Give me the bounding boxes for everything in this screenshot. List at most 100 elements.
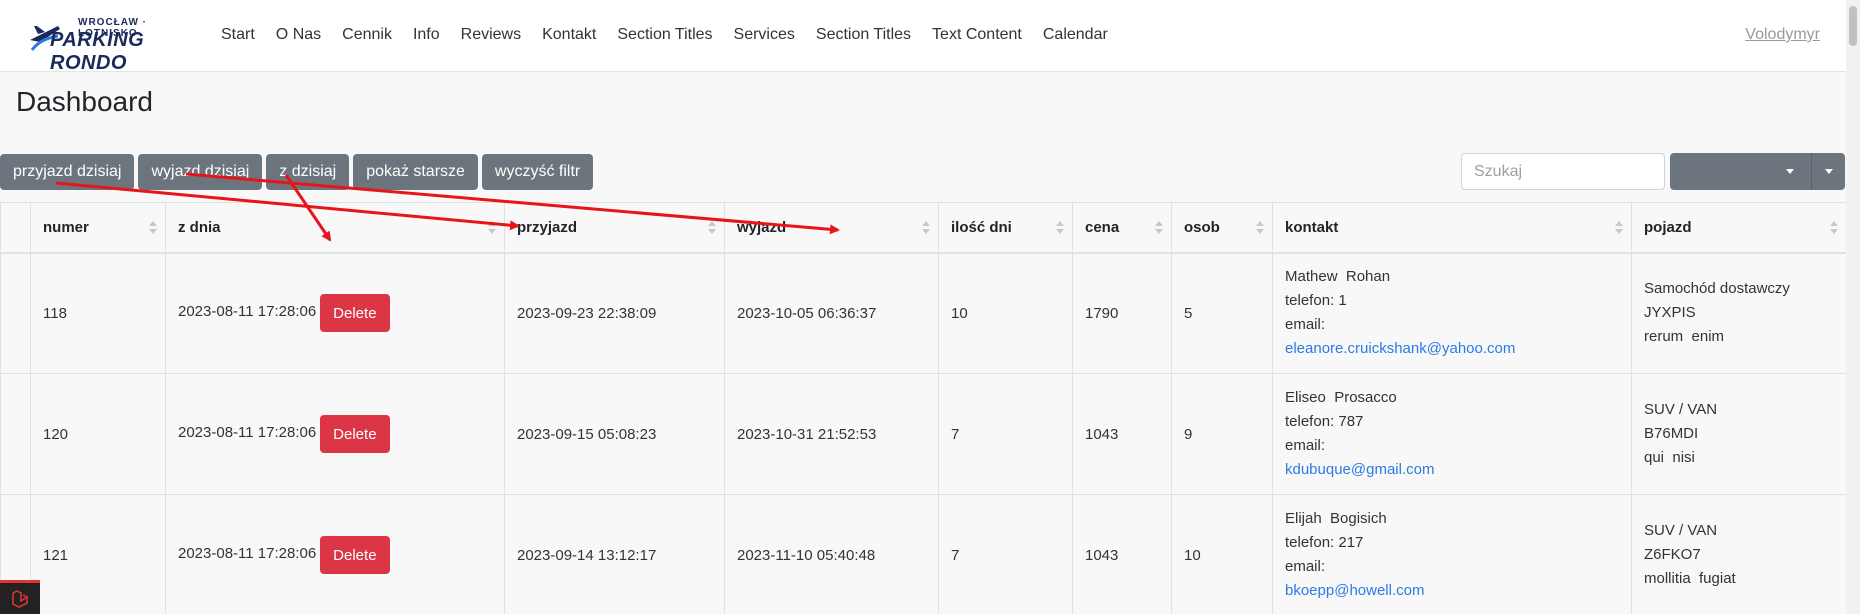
vehicle-note: qui nisi <box>1644 449 1695 466</box>
contact-email-link[interactable]: eleanore.cruickshank@yahoo.com <box>1285 340 1515 357</box>
table-header-row: numer z dnia przyjazd wyjazd ilość dni c… <box>0 202 1846 254</box>
sort-icon <box>488 221 496 235</box>
column-header-pojazd[interactable]: pojazd <box>1631 202 1846 254</box>
parking-rondo-logo[interactable]: WROCŁAW · LOTNISKO PARKING RONDO <box>28 14 196 74</box>
dropdown-main-button[interactable] <box>1670 153 1811 190</box>
cell-kontakt: Mathew Rohan telefon: 1 email: eleanore.… <box>1272 252 1632 374</box>
contact-phone: telefon: 217 <box>1285 534 1364 551</box>
filter-from-today-button[interactable]: z dzisiaj <box>266 154 350 190</box>
page-scrollbar[interactable] <box>1846 0 1860 614</box>
scrollbar-thumb[interactable] <box>1849 6 1857 46</box>
filter-show-older-button[interactable]: pokaż starsze <box>353 154 478 190</box>
contact-phone: telefon: 787 <box>1285 413 1364 430</box>
sort-icon <box>1615 221 1623 235</box>
cell-numer: 118 <box>30 252 166 374</box>
contact-email-link[interactable]: kdubuque@gmail.com <box>1285 461 1434 478</box>
cell-ilosc-dni: 7 <box>938 494 1073 614</box>
column-header-cena[interactable]: cena <box>1072 202 1172 254</box>
created-date: 2023-08-11 17:28:06 <box>178 423 317 441</box>
column-header-przyjazd[interactable]: przyjazd <box>504 202 725 254</box>
contact-name: Eliseo Prosacco <box>1285 389 1397 406</box>
vehicle-note: rerum enim <box>1644 328 1725 346</box>
column-header-select <box>0 202 31 254</box>
cell-przyjazd: 2023-09-14 13:12:17 <box>504 494 725 614</box>
column-header-osob[interactable]: osob <box>1171 202 1273 254</box>
cell-pojazd: SUV / VAN B76MDI qui nisi <box>1631 373 1846 495</box>
sort-icon <box>1830 221 1838 235</box>
column-header-wyjazd[interactable]: wyjazd <box>724 202 939 254</box>
delete-button[interactable]: Delete <box>320 536 390 574</box>
laravel-icon <box>12 589 29 608</box>
column-header-label: pojazd <box>1644 218 1692 236</box>
sort-icon <box>1256 221 1264 235</box>
column-header-label: ilość dni <box>951 218 1012 236</box>
chevron-down-icon <box>1825 169 1833 174</box>
column-header-label: cena <box>1085 218 1120 236</box>
nav-calendar[interactable]: Calendar <box>1043 26 1108 44</box>
contact-name: Elijah Bogisich <box>1285 510 1387 527</box>
cell-kontakt: Eliseo Prosacco telefon: 787 email: kdub… <box>1272 373 1632 495</box>
nav-text-content[interactable]: Text Content <box>932 26 1022 44</box>
contact-phone: telefon: 1 <box>1285 292 1347 310</box>
contact-name: Mathew Rohan <box>1285 268 1391 286</box>
sort-icon <box>1056 221 1064 235</box>
nav-cennik[interactable]: Cennik <box>342 26 392 44</box>
nav-services[interactable]: Services <box>734 26 795 44</box>
cell-przyjazd: 2023-09-23 22:38:09 <box>504 252 725 374</box>
cell-przyjazd: 2023-09-15 05:08:23 <box>504 373 725 495</box>
cell-numer: 120 <box>30 373 166 495</box>
vehicle-plate: Z6FKO7 <box>1644 546 1701 563</box>
cell-osob: 9 <box>1171 373 1273 495</box>
vehicle-plate: B76MDI <box>1644 425 1699 442</box>
nav-section-titles-2[interactable]: Section Titles <box>816 26 911 44</box>
debugbar-icon[interactable] <box>0 580 40 614</box>
cell-pojazd: SUV / VAN Z6FKO7 mollitia fugiat <box>1631 494 1846 614</box>
cell-numer: 121 <box>30 494 166 614</box>
table-row[interactable]: 118 2023-08-11 17:28:06 Delete 2023-09-23… <box>0 252 1846 374</box>
cell-pojazd: Samochód dostawczy JYXPIS rerum enim <box>1631 252 1846 374</box>
delete-button[interactable]: Delete <box>320 294 390 333</box>
nav-section-titles[interactable]: Section Titles <box>617 26 712 44</box>
row-select-cell[interactable] <box>0 373 31 495</box>
table-row[interactable]: 120 2023-08-11 17:28:06 Delete 2023-09-15… <box>0 373 1846 495</box>
nav-info[interactable]: Info <box>413 26 440 44</box>
sort-icon <box>149 221 157 235</box>
column-header-label: numer <box>43 218 89 236</box>
cell-wyjazd: 2023-11-10 05:40:48 <box>724 494 939 614</box>
nav-reviews[interactable]: Reviews <box>461 26 521 44</box>
delete-button[interactable]: Delete <box>320 415 390 453</box>
cell-osob: 10 <box>1171 494 1273 614</box>
filter-arrival-today-button[interactable]: przyjazd dzisiaj <box>0 154 135 190</box>
top-navbar: WROCŁAW · LOTNISKO PARKING RONDO Start O… <box>0 0 1860 74</box>
split-dropdown-button[interactable] <box>1670 153 1845 190</box>
column-header-label: osob <box>1184 218 1220 236</box>
column-header-label: przyjazd <box>517 218 578 236</box>
cell-cena: 1790 <box>1072 252 1172 374</box>
cell-z-dnia: 2023-08-11 17:28:06 Delete <box>165 252 505 374</box>
vehicle-note: mollitia fugiat <box>1644 570 1736 587</box>
contact-email-link[interactable]: bkoepp@howell.com <box>1285 582 1424 599</box>
search-input[interactable] <box>1461 153 1665 190</box>
dropdown-toggle-button[interactable] <box>1811 153 1845 190</box>
table-row[interactable]: 121 2023-08-11 17:28:06 Delete 2023-09-14… <box>0 494 1846 614</box>
filter-departure-today-button[interactable]: wyjazd dzisiaj <box>138 154 263 190</box>
column-header-kontakt[interactable]: kontakt <box>1272 202 1632 254</box>
nav-kontakt[interactable]: Kontakt <box>542 26 596 44</box>
row-select-cell[interactable] <box>0 252 31 374</box>
column-header-label: wyjazd <box>737 218 787 236</box>
nav-o-nas[interactable]: O Nas <box>276 26 321 44</box>
nav-start[interactable]: Start <box>221 26 255 44</box>
column-header-ilosc-dni[interactable]: ilość dni <box>938 202 1073 254</box>
cell-z-dnia: 2023-08-11 17:28:06 Delete <box>165 494 505 614</box>
created-date: 2023-08-11 17:28:06 <box>178 544 317 562</box>
vehicle-plate: JYXPIS <box>1644 304 1696 322</box>
column-header-numer[interactable]: numer <box>30 202 166 254</box>
column-header-label: z dnia <box>178 218 221 236</box>
vehicle-type: SUV / VAN <box>1644 522 1718 539</box>
cell-wyjazd: 2023-10-31 21:52:53 <box>724 373 939 495</box>
chevron-down-icon <box>1786 169 1794 174</box>
column-header-z-dnia[interactable]: z dnia <box>165 202 505 254</box>
filter-clear-button[interactable]: wyczyść filtr <box>481 154 594 190</box>
user-menu[interactable]: Volodymyr <box>1745 26 1820 44</box>
page-title: Dashboard <box>16 86 153 117</box>
